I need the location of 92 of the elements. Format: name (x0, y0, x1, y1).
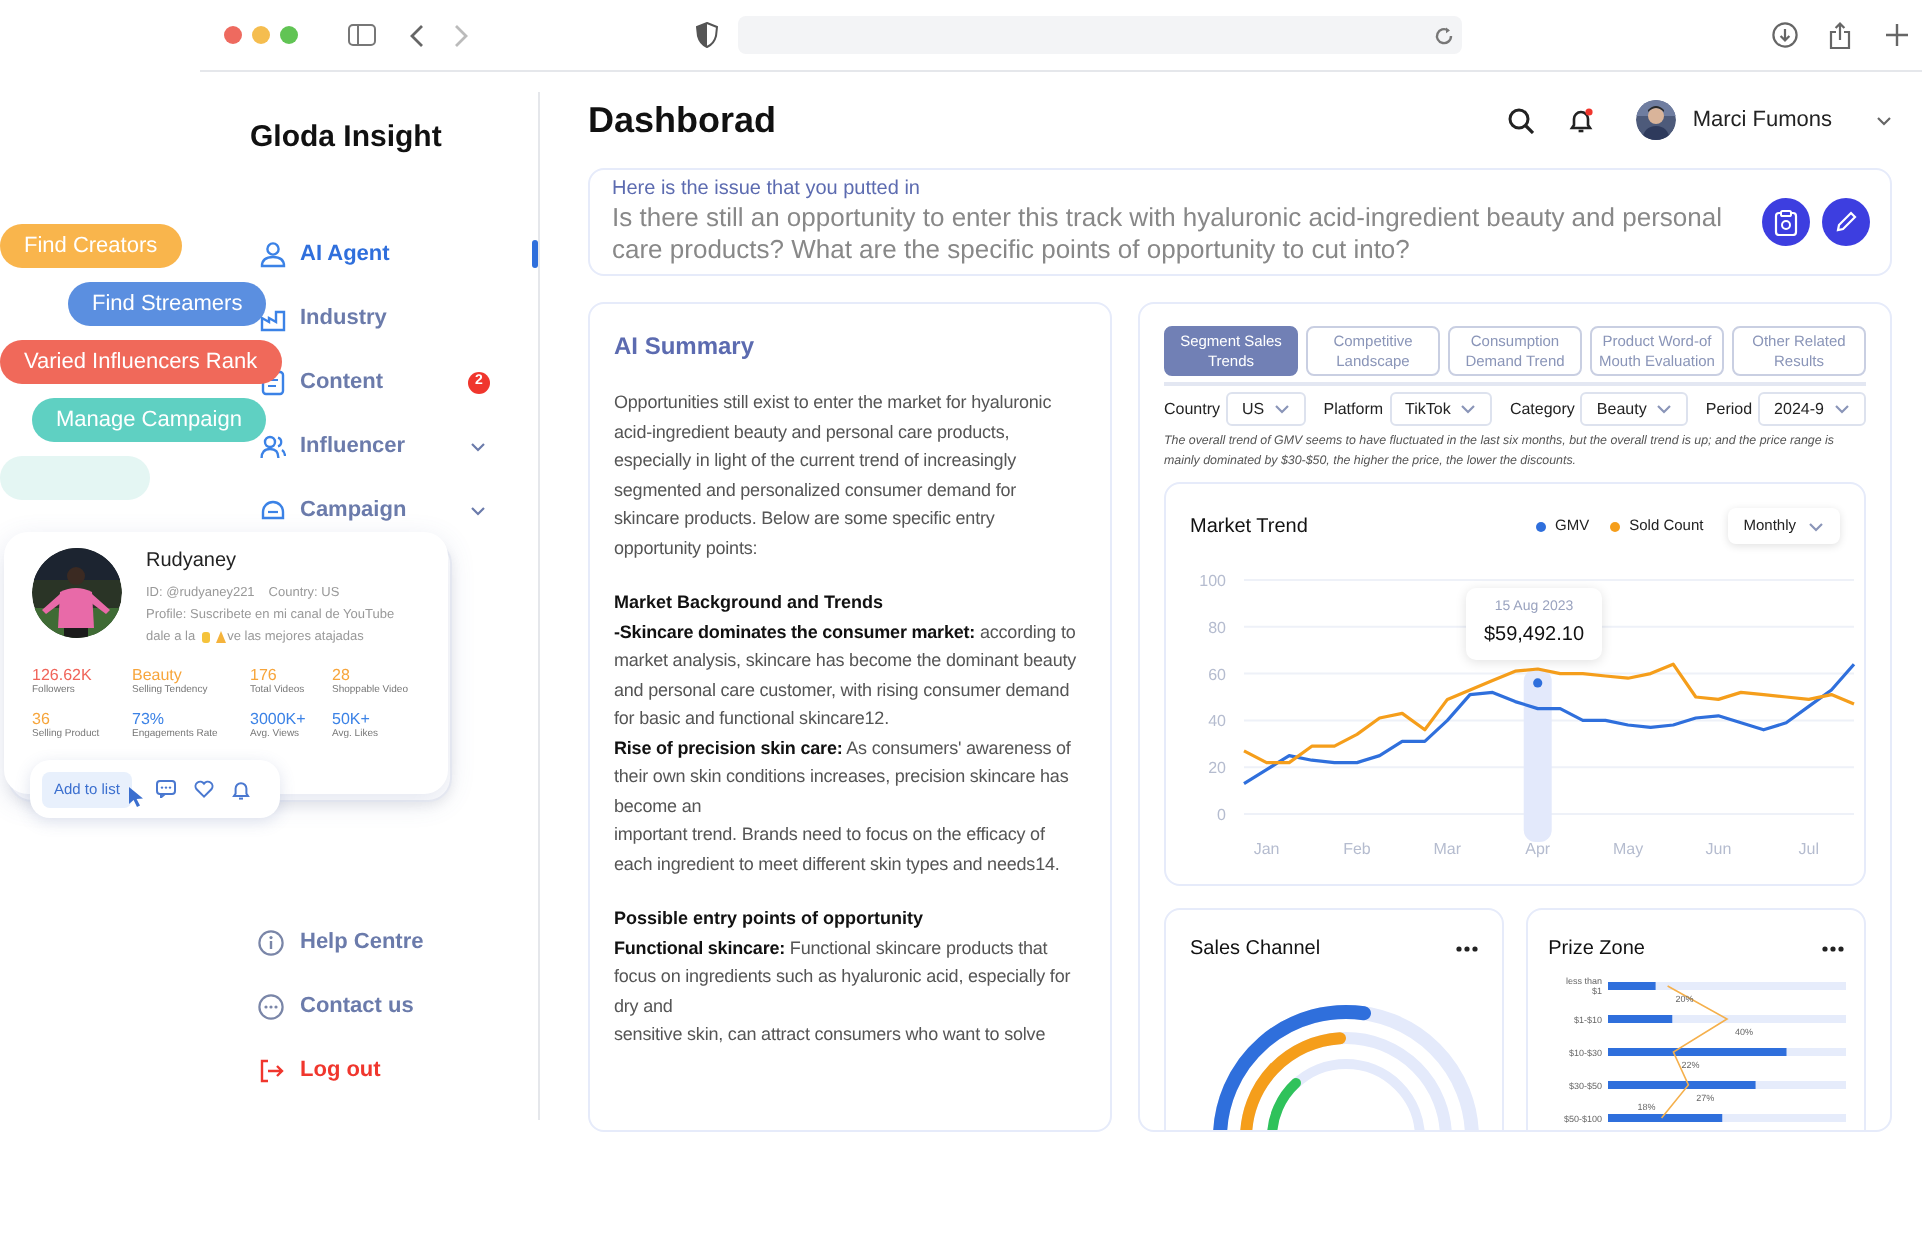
search-icon[interactable] (1508, 107, 1535, 133)
summary-paragraph: important trend. Brands need to focus on the efficacy of each ingredient to meet different skin types and needs14. (614, 822, 1062, 878)
cursor-icon (127, 786, 144, 808)
y-tick-label: 20 (1208, 759, 1226, 778)
y-tick-label: 60 (1208, 665, 1226, 684)
stat-value: 73% (132, 710, 167, 728)
filter-label: Country (1164, 397, 1221, 421)
person-icon[interactable] (260, 241, 286, 267)
x-tick-label: Jan (1253, 840, 1280, 858)
stat-value: 50K+ (332, 710, 372, 728)
edit-button[interactable] (1822, 198, 1870, 246)
chevron-down-icon[interactable] (1656, 404, 1673, 414)
message-icon[interactable] (155, 780, 176, 798)
close-window-icon[interactable] (224, 26, 242, 44)
summary-paragraph: Opportunities still exist to enter the market for hyaluronic acid-ingredient beauty and personal care products, especially in light of the current trend of increasingly segmented and personalized consumer demand for skincare products. Below are some specific entry opportunity points: (614, 390, 1054, 562)
more-icon[interactable] (1456, 946, 1479, 952)
share-icon[interactable] (1828, 21, 1852, 49)
x-tick-label: May (1612, 840, 1644, 858)
filter-label: Period (1705, 397, 1753, 421)
y-tick-label: 40 (1208, 712, 1226, 731)
clipboard-button[interactable] (1762, 198, 1810, 246)
stat-value: 126.62K (32, 666, 94, 684)
shield-icon[interactable] (696, 22, 718, 48)
summary-heading: Possible entry points of opportunity (614, 906, 926, 932)
chevron-down-icon[interactable] (1274, 404, 1291, 414)
stat-value: 36 (32, 710, 52, 728)
chevron-down-icon[interactable] (470, 441, 486, 451)
issue-question: Is there still an opportunity to enter this track with hyaluronic acid-ingredient beauty and personal care products? What are the specific points of opportunity to cut into? (612, 202, 1724, 266)
issue-label: Here is the issue that you putted in (612, 178, 922, 202)
chat-icon[interactable] (258, 993, 284, 1019)
stat-value: 3000K+ (250, 710, 308, 728)
card-title: Sales Channel (1190, 936, 1321, 964)
new-tab-icon[interactable] (1886, 24, 1908, 46)
user-name[interactable]: Marci Fumons (1692, 103, 1832, 137)
nav-item[interactable]: Industry (300, 301, 387, 335)
maximize-window-icon[interactable] (280, 26, 298, 44)
back-icon[interactable] (410, 23, 424, 47)
filter-dropdown[interactable]: TikTok (1389, 392, 1493, 426)
page-title: Dashborad (588, 97, 777, 143)
chevron-down-icon[interactable] (1876, 115, 1892, 125)
profile-name: Rudyaney (146, 548, 239, 576)
reload-icon[interactable] (1434, 25, 1454, 45)
chevron-down-icon[interactable] (470, 505, 486, 515)
y-tick-label: 80 (1208, 618, 1226, 637)
nav-item[interactable]: Content (300, 365, 384, 399)
summary-paragraph: sensitive skin, can attract consumers who want to solve (614, 1022, 1048, 1048)
nav-item[interactable]: Campaign (300, 493, 407, 527)
filter-dropdown[interactable]: Beauty (1580, 392, 1689, 426)
y-tick-label: 100 (1199, 572, 1226, 590)
data-point (1533, 678, 1543, 688)
factory-icon[interactable] (260, 305, 286, 331)
stat-value: Beauty (132, 666, 184, 684)
chevron-down-icon[interactable] (1833, 404, 1850, 414)
menu-item[interactable]: Help Centre (300, 925, 424, 959)
menu-item[interactable]: Log out (300, 1053, 381, 1087)
card-title: Prize Zone (1548, 936, 1645, 964)
bell-icon[interactable] (1568, 107, 1595, 133)
menu-item[interactable]: Contact us (300, 989, 414, 1023)
people-icon[interactable] (260, 433, 286, 459)
pencil-icon (1834, 210, 1858, 234)
filter-label: Platform (1323, 397, 1384, 421)
x-tick-label: Jun (1705, 840, 1732, 858)
x-tick-label: Apr (1525, 840, 1551, 858)
filter-dropdown[interactable]: US (1226, 392, 1307, 426)
feature-pill[interactable]: Varied Influencers Rank (0, 340, 282, 384)
download-icon[interactable] (1772, 22, 1798, 48)
feature-pill[interactable]: Find Streamers (68, 282, 267, 326)
x-tick-label: Feb (1343, 840, 1371, 858)
nav-item[interactable]: Influencer (300, 429, 406, 463)
helmet-icon[interactable] (260, 497, 286, 523)
summary-heading: Market Background and Trends (614, 590, 886, 616)
info-icon[interactable] (258, 929, 284, 955)
chart-title: Market Trend (1190, 513, 1308, 541)
more-icon[interactable] (1822, 946, 1844, 952)
sidebar-toggle-icon[interactable] (348, 24, 376, 46)
nav-item[interactable]: AI Agent (300, 237, 390, 271)
brand-name: Gloda Insight (248, 118, 444, 158)
y-tick-label: 0 (1217, 806, 1226, 824)
stat-value: 28 (332, 666, 352, 684)
heart-icon[interactable] (193, 780, 214, 798)
clipboard-icon (1774, 209, 1798, 235)
filter-dropdown[interactable]: 2024-9 (1758, 392, 1866, 426)
filter-label: Category (1509, 397, 1575, 421)
chevron-down-icon[interactable] (1460, 404, 1477, 414)
summary-paragraph: -Skincare dominates the consumer market: according to market analysis, skincare has become the dominant beauty and personal care customer, with rising consumer demand for basic and functional skincare12. (614, 619, 1079, 732)
x-tick-label: Mar (1433, 840, 1462, 858)
stat-value: 176 (250, 666, 279, 684)
chevron-down-icon[interactable] (1808, 521, 1824, 531)
logout-icon[interactable] (258, 1057, 284, 1083)
x-tick-label: Jul (1798, 840, 1820, 858)
summary-title: AI Summary (614, 330, 757, 364)
tooltip-value: $59,492.10 (1483, 621, 1585, 650)
